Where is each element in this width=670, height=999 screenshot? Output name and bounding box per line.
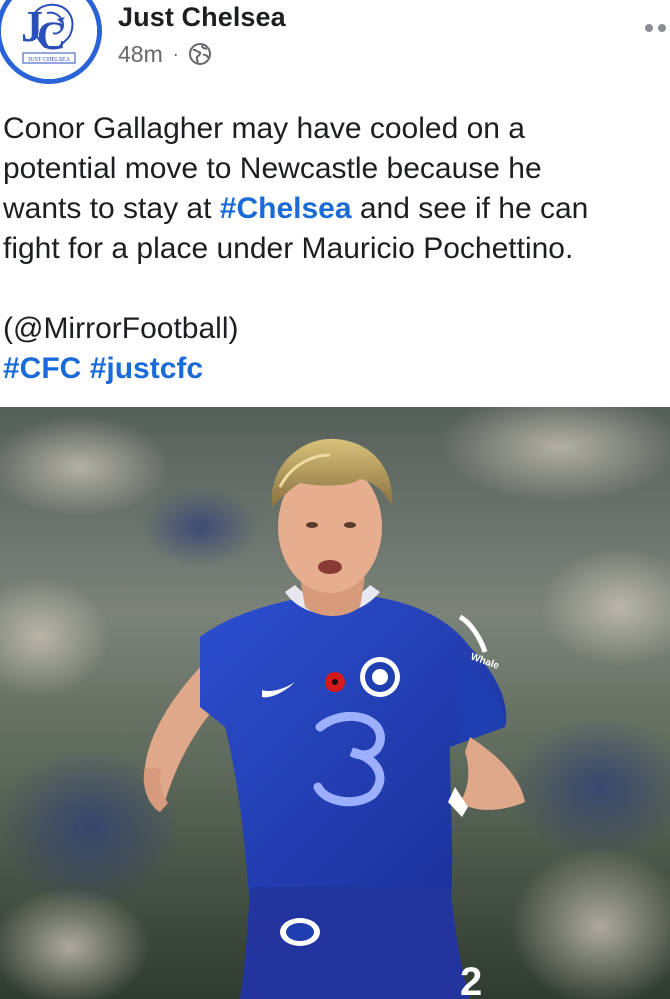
post-text-line: wants to stay at #Chelsea and see if he … (3, 189, 667, 229)
post-photo[interactable]: Whale 2 (0, 407, 670, 999)
post-header: J C JUST CHELSEA Just Chelsea 48m · (0, 0, 670, 90)
hashtag-chelsea-link[interactable]: #Chelsea (220, 192, 352, 225)
post-text-line: Conor Gallagher may have cooled on a (3, 112, 525, 145)
svg-text:C: C (37, 13, 66, 58)
meta-separator: · (172, 43, 179, 64)
facebook-post: J C JUST CHELSEA Just Chelsea 48m · Cono… (0, 0, 670, 999)
post-text-line: fight for a place under Mauricio Pochett… (3, 232, 574, 265)
post-meta: 48m · (118, 40, 212, 68)
footballer-photo: Whale 2 (0, 407, 670, 999)
svg-text:2: 2 (460, 960, 482, 999)
post-body: Conor Gallagher may have cooled on a pot… (3, 109, 667, 389)
svg-text:JUST CHELSEA: JUST CHELSEA (28, 57, 71, 63)
page-name[interactable]: Just Chelsea (118, 2, 286, 33)
post-text-fragment: and see if he can (351, 192, 589, 225)
post-time[interactable]: 48m (118, 41, 163, 68)
source-credit: (@MirrorFootball) (3, 312, 239, 345)
post-text-line: potential move to Newcastle because he (3, 152, 542, 185)
post-text-fragment: wants to stay at (3, 192, 220, 225)
page-avatar[interactable]: J C JUST CHELSEA (0, 0, 102, 84)
hashtag-cfc-link[interactable]: #CFC (3, 352, 81, 385)
globe-icon[interactable] (188, 42, 212, 66)
hashtag-line: #CFC #justcfc (3, 349, 667, 389)
hashtag-justcfc-link[interactable]: #justcfc (90, 352, 203, 385)
just-chelsea-logo-icon: J C JUST CHELSEA (1, 0, 97, 79)
more-options-icon[interactable] (630, 18, 670, 38)
